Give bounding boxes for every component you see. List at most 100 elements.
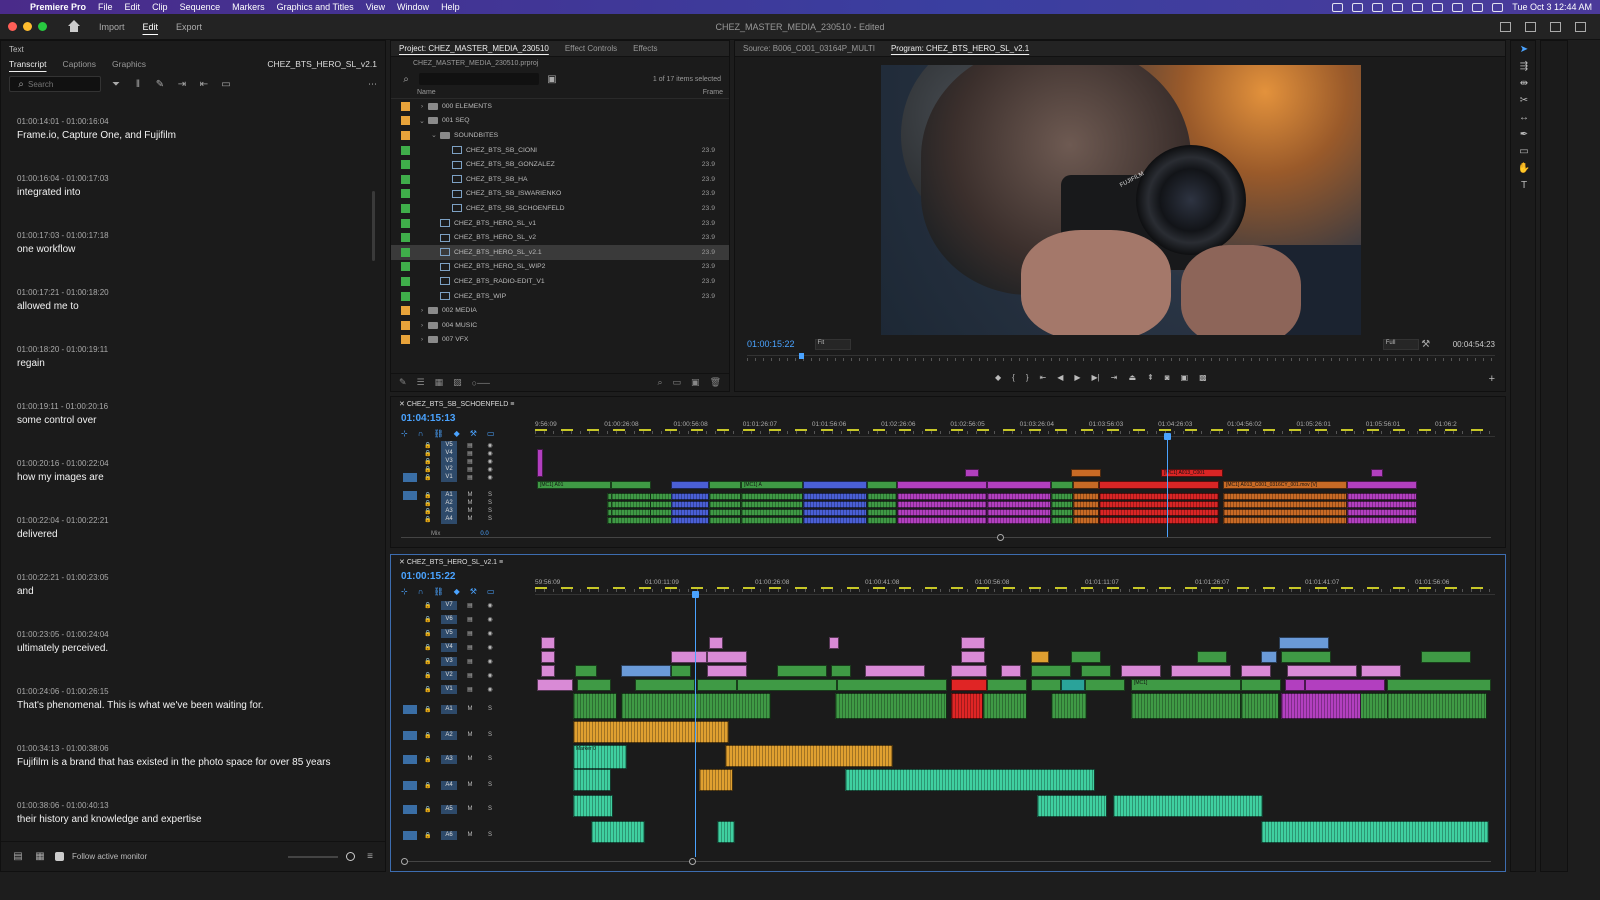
audio-clip[interactable] [573, 721, 729, 743]
eye-icon[interactable]: ◉ [483, 686, 497, 693]
edit-pencil-icon[interactable]: ✎ [153, 79, 167, 90]
rectangle-tool-icon[interactable]: ▭ [1511, 143, 1535, 160]
eye-icon[interactable]: ◉ [483, 474, 497, 481]
label-color-chip[interactable] [401, 189, 410, 199]
record-icon[interactable] [1372, 2, 1384, 12]
menu-graphics-titles[interactable]: Graphics and Titles [271, 2, 360, 12]
video-clip[interactable] [951, 679, 987, 691]
step-forward-icon[interactable]: ▶| [1092, 373, 1100, 382]
audio-clip[interactable] [1223, 493, 1347, 500]
export-frame-icon[interactable]: ◙ [1165, 373, 1170, 382]
timeline2-scroll-start-knob[interactable] [401, 858, 408, 865]
text-panel-title[interactable]: Text [1, 41, 385, 55]
track-name[interactable]: V1 [441, 472, 457, 482]
lock-icon[interactable]: 🔒 [421, 492, 435, 499]
eye-icon[interactable]: ◉ [483, 616, 497, 623]
label-color-chip[interactable] [401, 203, 410, 213]
solo-icon[interactable]: S [483, 832, 497, 838]
audio-icon[interactable] [1412, 2, 1424, 12]
transcript-segment[interactable]: 01:00:24:06 - 01:00:26:15 That's phenomen… [1, 683, 377, 740]
audio-clip[interactable] [1223, 509, 1347, 516]
lock-icon[interactable]: 🔒 [421, 474, 435, 481]
video-clip[interactable] [1073, 481, 1099, 489]
project-bin[interactable]: › 007 VFX [391, 333, 729, 348]
spotlight-search-icon[interactable] [1472, 2, 1484, 12]
new-item-icon[interactable]: ▣ [691, 377, 700, 388]
audio-clip[interactable] [803, 493, 867, 500]
list-view-icon[interactable]: ☰ [417, 377, 425, 388]
audio-clip[interactable] [611, 517, 651, 524]
audio-clip[interactable] [611, 509, 651, 516]
share-icon[interactable] [1525, 21, 1536, 32]
freeform-view-icon[interactable]: ▧ [453, 377, 462, 388]
audio-clip[interactable] [741, 517, 803, 524]
eye-icon[interactable]: ◉ [483, 458, 497, 465]
label-color-chip[interactable] [401, 262, 410, 272]
video-clip[interactable]: [MC1] A013_C001_0316CY_001.mov [V] [1223, 481, 1347, 489]
video-clip[interactable] [1171, 665, 1231, 677]
mute-icon[interactable]: M [463, 492, 477, 498]
add-marker-tl2-icon[interactable]: ◆ [454, 587, 460, 596]
eye-icon[interactable]: ◉ [483, 630, 497, 637]
monitor-playhead[interactable] [799, 353, 805, 359]
new-bin-footer-icon[interactable]: ▭ [673, 377, 682, 388]
audio-clip[interactable] [1099, 509, 1219, 516]
project-sequence-item[interactable]: CHEZ_BTS_SB_ISWARIENKO 23.9 [391, 187, 729, 202]
video-clip[interactable] [1061, 679, 1085, 691]
audio-clip[interactable] [591, 821, 645, 843]
video-clip[interactable] [671, 481, 709, 489]
solo-icon[interactable]: S [483, 492, 497, 498]
caption-icon[interactable]: ▭ [219, 79, 233, 90]
eye-icon[interactable]: ◉ [483, 450, 497, 457]
mute-icon[interactable]: M [463, 508, 477, 514]
go-to-in-icon[interactable]: ⇤ [1040, 373, 1047, 382]
audio-clip[interactable] [1073, 509, 1099, 516]
audio-clip[interactable] [803, 501, 867, 508]
eye-icon[interactable]: ◉ [483, 644, 497, 651]
transcript-search-input[interactable] [28, 79, 98, 89]
disclosure-collapsed-icon[interactable]: › [416, 307, 428, 314]
captions-tl1-icon[interactable]: ▭ [487, 429, 495, 438]
project-bin[interactable]: › 000 ELEMENTS [391, 99, 729, 114]
linked-selection-icon[interactable]: ⛓ [433, 429, 443, 438]
play-icon[interactable]: ▶ [1074, 373, 1080, 382]
video-clip[interactable] [1347, 481, 1417, 489]
audio-clip[interactable] [671, 493, 709, 500]
audio-clip[interactable] [1051, 517, 1073, 524]
audio-clip[interactable] [867, 509, 897, 516]
track-name[interactable]: V4 [441, 642, 457, 652]
timeline1-playhead-handle[interactable] [1164, 433, 1171, 440]
audio-clip[interactable] [1223, 501, 1347, 508]
segment-text[interactable]: Frame.io, Capture One, and Fujifilm [17, 130, 361, 141]
video-clip[interactable] [541, 665, 555, 677]
label-color-chip[interactable] [401, 291, 410, 301]
video-clip[interactable] [671, 651, 707, 663]
video-clip[interactable] [537, 449, 543, 477]
video-clip[interactable] [1281, 651, 1331, 663]
video-clip[interactable] [987, 679, 1027, 691]
sync-lock-icon[interactable]: ▤ [463, 458, 477, 465]
video-clip[interactable] [577, 679, 611, 691]
video-clip[interactable] [803, 481, 867, 489]
snap-icon[interactable]: ∩ [418, 429, 424, 438]
transcript-segment[interactable]: 01:00:14:01 - 01:00:16:04 Frame.io, Captu… [1, 113, 377, 170]
segment-text[interactable]: one workflow [17, 244, 361, 255]
segment-text[interactable]: their history and knowledge and expertis… [17, 814, 361, 825]
add-marker-tl1-icon[interactable]: ◆ [454, 429, 460, 438]
audio-clip[interactable] [987, 509, 1051, 516]
segment-text[interactable]: Fujifilm is a brand that has existed in … [17, 757, 361, 768]
sync-lock-icon[interactable]: ▤ [463, 644, 477, 651]
transcript-segment[interactable]: 01:00:34:13 - 01:00:38:06 Fujifilm is a b… [1, 740, 377, 797]
label-color-chip[interactable] [401, 174, 410, 184]
transcript-zoom-slider[interactable] [288, 855, 338, 858]
video-clip[interactable] [1197, 651, 1227, 663]
sync-lock-icon[interactable]: ▤ [463, 672, 477, 679]
add-marker-icon[interactable]: ◆ [995, 373, 1001, 382]
proxy-toggle-icon[interactable]: ▩ [1199, 373, 1207, 382]
audio-clip[interactable] [803, 509, 867, 516]
video-clip[interactable] [951, 665, 987, 677]
audio-clip[interactable] [835, 693, 947, 719]
audio-clip[interactable] [573, 795, 613, 817]
track-target-toggle[interactable] [403, 780, 417, 790]
track-name[interactable]: V1 [441, 684, 457, 694]
